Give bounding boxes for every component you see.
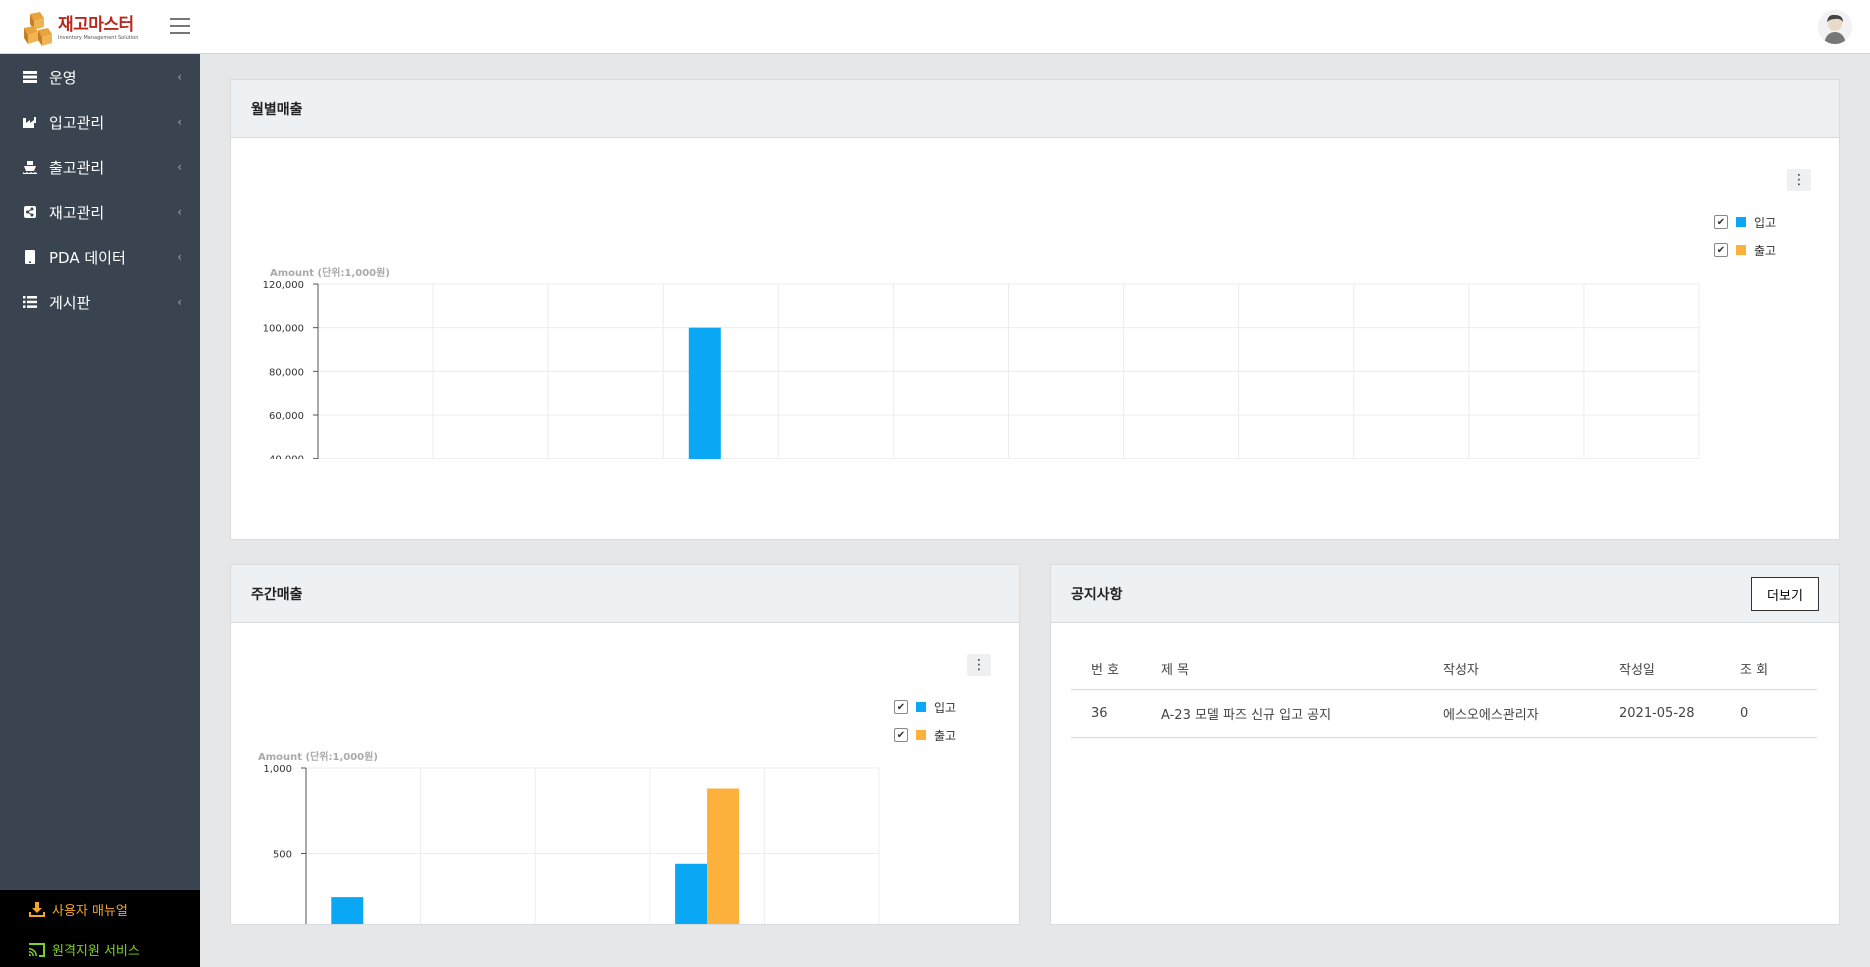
chevron-left-icon: ‹ <box>177 205 182 219</box>
logo-subtitle: Inventory Management Solution <box>58 35 139 41</box>
monthly-sales-panel: 월별매출 ⋮ Amount (단위:1,000원)020,00040,00060… <box>230 79 1840 540</box>
column-header-title: 제 목 <box>1141 649 1423 690</box>
chevron-left-icon: ‹ <box>177 70 182 84</box>
sidebar-item-operation[interactable]: 운영 ‹ <box>0 55 200 99</box>
y-tick-label: 80,000 <box>269 367 304 378</box>
bar-in <box>675 863 708 924</box>
sidebar-item-inbound[interactable]: 입고관리 ‹ <box>0 100 200 144</box>
column-header-no: 번 호 <box>1071 649 1141 690</box>
cell-author: 에스오에스관리자 <box>1423 689 1599 738</box>
logo[interactable]: 재고마스터 Inventory Management Solution <box>22 12 138 46</box>
y-tick-label: 120,000 <box>263 280 304 291</box>
weekly-sales-chart: Amount (단위:1,000원)05001,0001819202122Wee… <box>258 750 880 924</box>
chevron-left-icon: ‹ <box>177 160 182 174</box>
legend-checkbox[interactable]: ✔ <box>894 700 908 714</box>
sidebar-footer: 사용자 매뉴얼 원격지원 서비스 <box>0 890 200 967</box>
share-box-icon <box>24 206 36 218</box>
y-tick-label: 40,000 <box>269 455 304 459</box>
y-tick-label: 60,000 <box>269 411 304 422</box>
sidebar: 운영 ‹ 입고관리 ‹ 출고관리 ‹ 재고관리 ‹ PDA 데이터 ‹ 게시판 … <box>0 54 200 967</box>
legend-item-out[interactable]: ✔ 출고 <box>894 721 956 749</box>
user-manual-link[interactable]: 사용자 매뉴얼 <box>28 900 128 919</box>
legend-label: 입고 <box>934 700 957 715</box>
column-header-date: 작성일 <box>1599 649 1720 690</box>
more-button[interactable]: 더보기 <box>1751 577 1819 611</box>
y-axis-label: Amount (단위:1,000원) <box>270 266 390 279</box>
weekly-legend: ✔ 입고 ✔ 출고 <box>894 693 956 749</box>
sidebar-item-inventory[interactable]: 재고관리 ‹ <box>0 190 200 234</box>
weekly-sales-title: 주간매출 <box>231 565 1019 623</box>
weekly-sales-panel: 주간매출 ⋮ Amount (단위:1,000원)05001,000181920… <box>230 564 1020 925</box>
legend-swatch-in <box>916 702 926 712</box>
factory-icon <box>23 117 36 128</box>
legend-label: 출고 <box>934 728 957 743</box>
notice-title: 공지사항 <box>1051 565 1839 623</box>
sidebar-item-label: 출고관리 <box>49 158 105 177</box>
legend-label: 입고 <box>1754 215 1777 230</box>
table-header-row: 번 호 제 목 작성자 작성일 조 회 <box>1071 649 1817 690</box>
legend-label: 출고 <box>1754 243 1777 258</box>
user-avatar[interactable] <box>1818 10 1852 44</box>
legend-swatch-out <box>916 730 926 740</box>
boxes-logo-icon <box>24 12 52 46</box>
chart-menu-button[interactable]: ⋮ <box>1787 169 1811 191</box>
column-header-author: 작성자 <box>1423 649 1599 690</box>
y-axis-label: Amount (단위:1,000원) <box>258 750 378 763</box>
column-header-views: 조 회 <box>1720 649 1817 690</box>
tablet-icon <box>25 250 35 264</box>
notice-panel: 공지사항 더보기 번 호 제 목 작성자 작성일 조 회 36 A-23 모델 … <box>1050 564 1840 925</box>
y-tick-label: 100,000 <box>263 324 304 335</box>
legend-checkbox[interactable]: ✔ <box>1714 243 1728 257</box>
sidebar-item-label: 재고관리 <box>49 203 105 222</box>
remote-support-label: 원격지원 서비스 <box>52 944 140 959</box>
top-header: 재고마스터 Inventory Management Solution <box>0 0 1870 54</box>
sidebar-item-label: PDA 데이터 <box>49 248 126 267</box>
sidebar-item-outbound[interactable]: 출고관리 ‹ <box>0 145 200 189</box>
legend-item-out[interactable]: ✔ 출고 <box>1714 236 1776 264</box>
y-tick-label: 1,000 <box>263 764 292 775</box>
legend-swatch-out <box>1736 245 1746 255</box>
download-icon <box>29 901 45 917</box>
legend-checkbox[interactable]: ✔ <box>1714 215 1728 229</box>
logo-title: 재고마스터 <box>58 15 134 35</box>
sidebar-item-board[interactable]: 게시판 ‹ <box>0 280 200 324</box>
ship-icon <box>23 161 37 174</box>
chevron-left-icon: ‹ <box>177 250 182 264</box>
cell-no: 36 <box>1071 689 1141 738</box>
sidebar-item-label: 운영 <box>49 68 77 87</box>
list-icon <box>23 296 37 308</box>
legend-checkbox[interactable]: ✔ <box>894 728 908 742</box>
cast-icon <box>29 942 45 957</box>
user-avatar-icon <box>1818 10 1852 44</box>
legend-item-in[interactable]: ✔ 입고 <box>1714 208 1776 236</box>
legend-swatch-in <box>1736 217 1746 227</box>
bar-in <box>688 327 721 459</box>
sidebar-item-label: 입고관리 <box>49 113 105 132</box>
notice-table: 번 호 제 목 작성자 작성일 조 회 36 A-23 모델 파즈 신규 입고 … <box>1071 649 1817 738</box>
user-manual-label: 사용자 매뉴얼 <box>52 904 128 919</box>
bar-in <box>331 897 364 924</box>
server-icon <box>23 71 37 83</box>
cell-views: 0 <box>1720 689 1817 738</box>
remote-support-link[interactable]: 원격지원 서비스 <box>28 940 140 959</box>
monthly-sales-title: 월별매출 <box>231 80 1839 138</box>
hamburger-menu-icon[interactable] <box>170 18 190 34</box>
chevron-left-icon: ‹ <box>177 295 182 309</box>
legend-item-in[interactable]: ✔ 입고 <box>894 693 956 721</box>
cell-title[interactable]: A-23 모델 파즈 신규 입고 공지 <box>1141 689 1423 738</box>
sidebar-item-label: 게시판 <box>49 293 91 312</box>
monthly-sales-chart: Amount (단위:1,000원)020,00040,00060,00080,… <box>263 266 1700 459</box>
sidebar-item-pda-data[interactable]: PDA 데이터 ‹ <box>0 235 200 279</box>
table-row[interactable]: 36 A-23 모델 파즈 신규 입고 공지 에스오에스관리자 2021-05-… <box>1071 689 1817 738</box>
y-tick-label: 500 <box>273 850 292 861</box>
bar-out <box>707 788 740 924</box>
chart-menu-button[interactable]: ⋮ <box>967 654 991 676</box>
monthly-legend: ✔ 입고 ✔ 출고 <box>1714 208 1776 264</box>
chevron-left-icon: ‹ <box>177 115 182 129</box>
cell-date: 2021-05-28 <box>1599 689 1720 738</box>
